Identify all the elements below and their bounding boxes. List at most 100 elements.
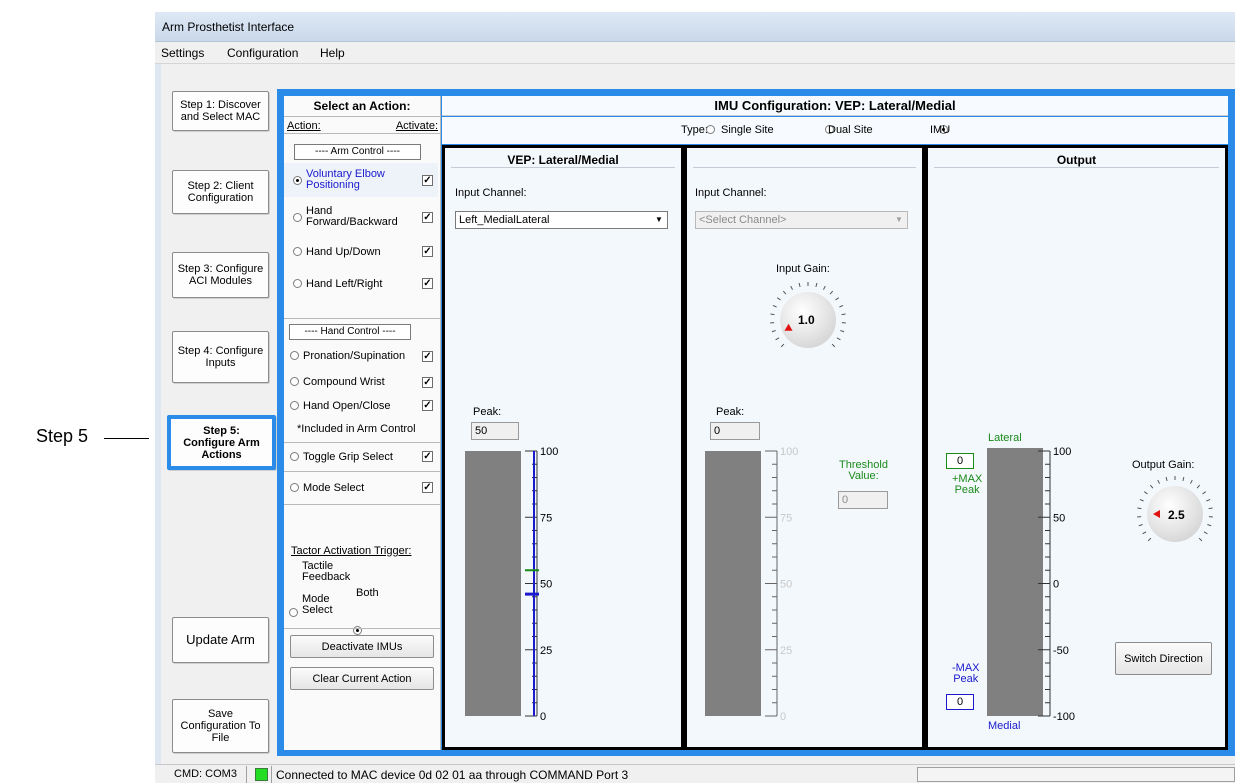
hand-item-pronation[interactable]: Pronation/Supination ✓ [284, 346, 438, 366]
compound-wrist-radio[interactable] [290, 377, 299, 386]
status-divider [246, 766, 247, 783]
pronation-checkbox[interactable]: ✓ [422, 351, 433, 362]
input-gain-label: Input Gain: [776, 263, 830, 275]
pronation-radio[interactable] [290, 351, 299, 360]
arm-control-note: *Included in Arm Control [297, 423, 416, 435]
mode-select-item[interactable]: Mode Select ✓ [284, 477, 438, 499]
input-channel-value: Left_MedialLateral [459, 214, 550, 226]
activate-col-header: Activate: [395, 120, 438, 132]
menu-bar: Settings Configuration Help [155, 42, 1235, 64]
tactile-feedback-label: Tactile Feedback [302, 560, 351, 583]
action-panel-title: Select an Action: [313, 99, 411, 113]
switch-direction-button[interactable]: Switch Direction [1115, 642, 1212, 675]
scale-tick-label: 100 [540, 446, 558, 458]
max-pos-value: 0 [946, 453, 974, 469]
input-channel-label: Input Channel: [455, 187, 527, 199]
knob-tick [815, 282, 818, 288]
fwd-bwd-label: Hand Forward/Backward [306, 205, 398, 228]
tactile-feedback-radio[interactable] [289, 608, 298, 617]
toggle-grip-item[interactable]: Toggle Grip Select ✓ [284, 446, 438, 468]
knob-tick [1206, 498, 1211, 502]
hand-item-open-close[interactable]: Hand Open/Close ✓ [284, 396, 438, 416]
status-progress [917, 767, 1235, 782]
input-channel-label-2: Input Channel: [695, 187, 767, 199]
status-port: CMD: COM3 [174, 768, 237, 780]
mode-select-trigger-label: Mode Select [302, 593, 333, 616]
vep-panel: VEP: Lateral/Medial Input Channel: Left_… [442, 145, 684, 750]
threshold-label: Threshold Value: [839, 459, 888, 482]
peak-value-field-2: 0 [710, 422, 760, 440]
lateral-label: Lateral [988, 432, 1022, 444]
knob-tick [1202, 491, 1207, 495]
menu-settings[interactable]: Settings [161, 46, 204, 60]
status-divider-2 [271, 766, 272, 783]
medial-label: Medial [988, 720, 1021, 732]
max-pos-label: +MAX Peak [952, 473, 983, 496]
knob-tick [782, 290, 787, 295]
input-channel-select-2[interactable]: <Select Channel> ▼ [695, 211, 908, 229]
open-close-radio[interactable] [290, 401, 299, 410]
scale-tick-label: -100 [1053, 711, 1075, 723]
output-gain-label: Output Gain: [1132, 459, 1195, 471]
threshold-value-field[interactable]: 0 [838, 491, 888, 509]
output-gain-indicator-icon [1153, 510, 1160, 518]
step5-arm-actions-button[interactable]: Step 5: Configure Arm Actions [167, 415, 276, 470]
max-neg-label: -MAX Peak [952, 662, 980, 685]
mode-select-radio[interactable] [290, 483, 299, 492]
compound-wrist-checkbox[interactable]: ✓ [422, 377, 433, 388]
step3-aci-modules-button[interactable]: Step 3: Configure ACI Modules [172, 252, 269, 298]
callout-line [104, 438, 149, 439]
left-right-radio[interactable] [293, 279, 302, 288]
output-gain-value: 2.5 [1168, 508, 1185, 522]
arm-item-forward-backward[interactable]: Hand Forward/Backward ✓ [284, 200, 438, 234]
step2-client-config-button[interactable]: Step 2: Client Configuration [172, 170, 269, 214]
save-config-button[interactable]: Save Configuration To File [172, 699, 269, 753]
knob-tick [798, 282, 801, 288]
scale-tick-label: 100 [780, 446, 798, 458]
scale-tick-label: 0 [780, 711, 786, 723]
elbow-radio[interactable] [293, 176, 302, 185]
fwd-bwd-checkbox[interactable]: ✓ [422, 212, 433, 223]
clear-current-action-button[interactable]: Clear Current Action [290, 667, 434, 690]
knob-tick [835, 297, 840, 301]
deactivate-imus-button[interactable]: Deactivate IMUs [290, 635, 434, 658]
arm-item-elbow[interactable]: Voluntary Elbow Positioning ✓ [284, 163, 438, 197]
fwd-bwd-radio[interactable] [293, 213, 302, 222]
knob-tick [1137, 507, 1142, 510]
step1-discover-button[interactable]: Step 1: Discover and Select MAC [172, 91, 269, 131]
mode-select-checkbox[interactable]: ✓ [422, 482, 433, 493]
elbow-label: Voluntary Elbow Positioning [306, 168, 385, 191]
input-channel-value-2: <Select Channel> [699, 214, 787, 226]
connection-indicator-icon [255, 768, 268, 781]
scale-tick-label: 75 [780, 512, 792, 524]
knob-tick [829, 290, 834, 295]
knob-tick [790, 285, 794, 290]
up-down-checkbox[interactable]: ✓ [422, 246, 433, 257]
open-close-checkbox[interactable]: ✓ [422, 400, 433, 411]
arm-item-up-down[interactable]: Hand Up/Down ✓ [284, 242, 438, 264]
tactor-trigger-title: Tactor Activation Trigger: [291, 545, 412, 557]
update-arm-button[interactable]: Update Arm [172, 617, 269, 663]
input-channel-select[interactable]: Left_MedialLateral ▼ [455, 211, 668, 229]
step4-inputs-button[interactable]: Step 4: Configure Inputs [172, 331, 269, 383]
arm-item-left-right[interactable]: Hand Left/Right ✓ [284, 274, 438, 296]
up-down-radio[interactable] [293, 247, 302, 256]
knob-tick [1198, 537, 1203, 542]
toggle-grip-checkbox[interactable]: ✓ [422, 451, 433, 462]
toggle-grip-radio[interactable] [290, 452, 299, 461]
hand-control-group-label: ---- Hand Control ---- [289, 324, 411, 340]
output-panel: Output Lateral 0 +MAX Peak 100 50 0 -50 -100… [925, 145, 1228, 750]
hand-item-compound-wrist[interactable]: Compound Wrist ✓ [284, 372, 438, 392]
menu-configuration[interactable]: Configuration [227, 46, 298, 60]
scale-tick-label: -50 [1053, 645, 1069, 657]
status-message: Connected to MAC device 0d 02 01 aa thro… [276, 768, 629, 782]
left-right-checkbox[interactable]: ✓ [422, 278, 433, 289]
menu-help[interactable]: Help [320, 46, 345, 60]
scale-tick-label: 25 [540, 645, 552, 657]
toggle-grip-label: Toggle Grip Select [303, 451, 393, 463]
single-site-radio[interactable] [706, 125, 715, 134]
knob-tick [1157, 479, 1161, 484]
knob-tick [772, 304, 777, 308]
scale-tick-label: 50 [540, 579, 552, 591]
elbow-checkbox[interactable]: ✓ [422, 175, 433, 186]
